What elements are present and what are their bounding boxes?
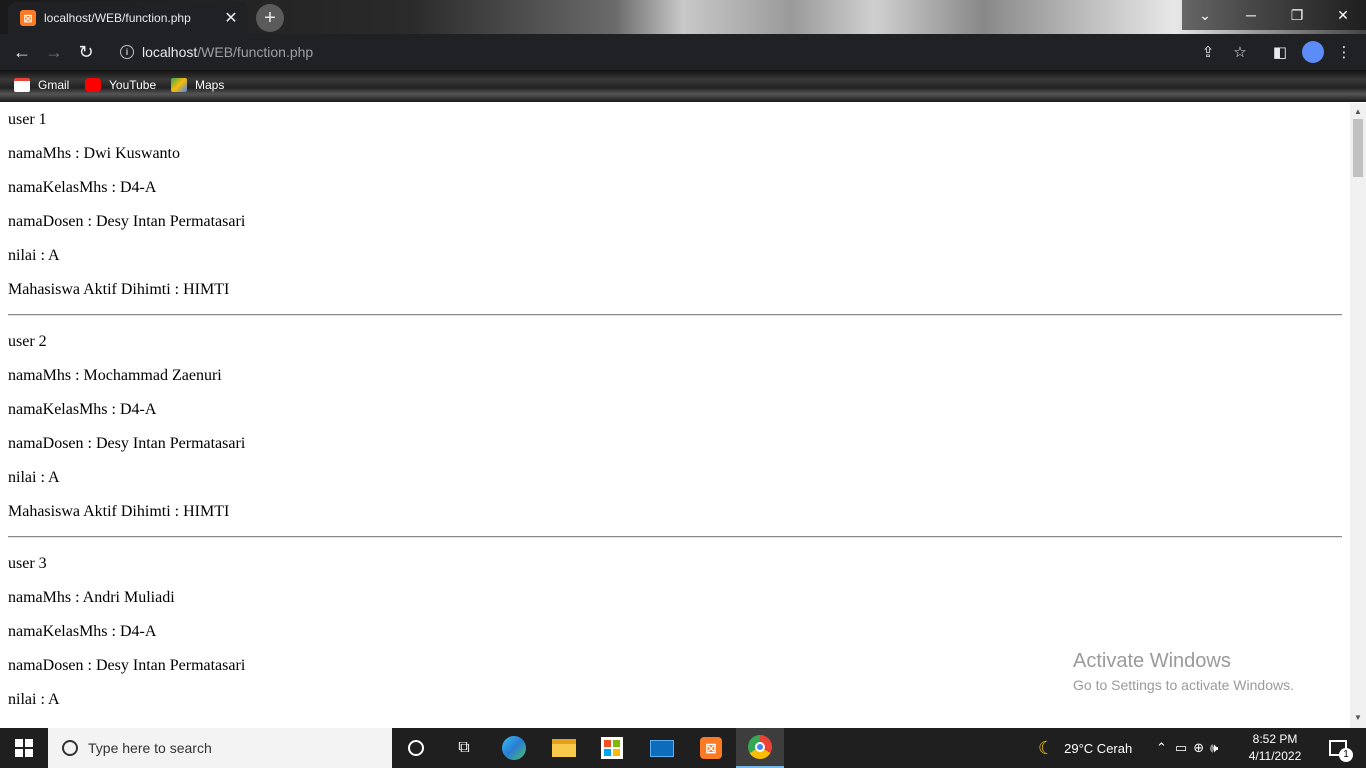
user-field: namaDosen : Desy Intan Permatasari (8, 213, 246, 230)
url-host: localhost (142, 44, 198, 60)
share-icon[interactable]: ⇪ (1198, 42, 1218, 62)
weather-text[interactable]: 29°C Cerah (1064, 741, 1132, 756)
file-explorer-app[interactable] (540, 728, 588, 768)
user-field: nilai : A (8, 247, 60, 264)
forward-arrow-icon[interactable]: → (42, 40, 66, 64)
chrome-app[interactable] (736, 728, 784, 768)
watermark-subtitle: Go to Settings to activate Windows. (1073, 677, 1294, 693)
notification-center-button[interactable]: 1 (1310, 728, 1366, 768)
xampp-app[interactable]: ⊠ (687, 728, 735, 768)
xampp-icon: ⊠ (700, 737, 722, 759)
store-icon (601, 737, 623, 759)
cortana-button[interactable] (392, 728, 440, 768)
new-tab-button[interactable]: + (256, 4, 284, 32)
url-path: /WEB/function.php (197, 44, 314, 60)
scroll-down-arrow-icon[interactable]: ▼ (1354, 713, 1362, 722)
network-globe-icon[interactable]: ⊕ (1193, 740, 1204, 756)
battery-icon[interactable]: ▭ (1175, 740, 1187, 756)
user-field: Mahasiswa Aktif Dihimti : HIMTI (8, 503, 230, 520)
browser-tab[interactable]: ⊠ localhost/WEB/function.php ✕ (8, 2, 248, 34)
scroll-thumb[interactable] (1353, 119, 1363, 177)
cortana-icon (408, 740, 424, 756)
task-view-icon: ⧉ (458, 739, 470, 756)
scroll-up-arrow-icon[interactable]: ▲ (1354, 107, 1362, 116)
maps-icon (171, 78, 187, 92)
minimize-button[interactable]: ─ (1228, 0, 1274, 30)
task-view-button[interactable]: ⧉ (440, 728, 488, 768)
vertical-scrollbar[interactable]: ▲ ▼ (1350, 103, 1366, 728)
side-panel-icon[interactable]: ◧ (1270, 42, 1290, 62)
user-block: user 2 namaMhs : Mochammad Zaenuri namaK… (0, 325, 1350, 538)
mail-icon (650, 739, 674, 757)
tab-search-icon[interactable]: ⌄ (1182, 0, 1228, 30)
bookmark-label: Gmail (38, 78, 70, 92)
start-button[interactable] (0, 728, 48, 768)
bookmark-youtube[interactable]: YouTube (85, 78, 156, 92)
browser-toolbar: ← → ↻ i localhost/WEB/function.php ⇪ ☆ ◧… (0, 34, 1366, 70)
user-heading: user 3 (8, 555, 47, 572)
chevron-up-icon[interactable]: ⌃ (1156, 740, 1167, 756)
edge-icon (502, 736, 526, 760)
date: 4/11/2022 (1248, 749, 1302, 763)
user-field: namaMhs : Andri Muliadi (8, 589, 175, 606)
page-content: user 1 namaMhs : Dwi Kuswanto namaKelasM… (0, 103, 1350, 728)
user-field: Mahasiswa Aktif Dihimti : HIMTI (8, 281, 230, 298)
user-heading: user 1 (8, 111, 47, 128)
user-field: namaKelasMhs : D4-A (8, 401, 157, 418)
search-placeholder: Type here to search (88, 740, 212, 756)
user-field: namaKelasMhs : D4-A (8, 179, 157, 196)
bookmarks-bar: Gmail YouTube Maps (0, 70, 1366, 102)
volume-icon[interactable]: 🕪 (1210, 740, 1218, 756)
xampp-favicon-icon: ⊠ (20, 10, 36, 26)
folder-icon (552, 739, 576, 757)
store-app[interactable] (588, 728, 636, 768)
profile-avatar[interactable] (1302, 41, 1324, 63)
mail-app[interactable] (638, 728, 686, 768)
windows-taskbar: Type here to search ⧉ ⊠ ☾ 29°C Cerah ⌃ ▭… (0, 728, 1366, 768)
time: 8:52 PM (1252, 732, 1298, 746)
close-window-button[interactable]: ✕ (1320, 0, 1366, 30)
bookmark-label: Maps (195, 78, 225, 92)
title-bar: ⊠ localhost/WEB/function.php ✕ + ⌄ ─ ❐ ✕ (0, 0, 1366, 34)
user-field: namaKelasMhs : D4-A (8, 623, 157, 640)
moon-weather-icon[interactable]: ☾ (1038, 738, 1054, 759)
user-field: namaMhs : Mochammad Zaenuri (8, 367, 222, 384)
gmail-icon (14, 78, 30, 92)
system-tray: ☾ 29°C Cerah (1038, 728, 1132, 768)
search-icon (62, 740, 78, 756)
site-info-icon[interactable]: i (120, 45, 134, 59)
reload-icon[interactable]: ↻ (74, 40, 98, 64)
notification-count: 1 (1339, 748, 1353, 762)
bookmark-label: YouTube (109, 78, 157, 92)
tab-title: localhost/WEB/function.php (44, 11, 191, 25)
back-arrow-icon[interactable]: ← (10, 40, 34, 64)
menu-kebab-icon[interactable]: ⋮ (1334, 42, 1354, 62)
edge-app[interactable] (490, 728, 538, 768)
taskbar-search-box[interactable]: Type here to search (48, 728, 392, 768)
user-block: user 1 namaMhs : Dwi Kuswanto namaKelasM… (0, 103, 1350, 316)
chrome-icon (748, 735, 772, 759)
activate-windows-watermark: Activate Windows Go to Settings to activ… (1073, 650, 1294, 693)
notification-icon: 1 (1329, 740, 1353, 762)
divider (8, 536, 1342, 538)
windows-logo-icon (15, 739, 33, 757)
restore-button[interactable]: ❐ (1274, 0, 1320, 30)
bookmark-gmail[interactable]: Gmail (14, 78, 69, 92)
bookmark-maps[interactable]: Maps (171, 78, 224, 92)
clock[interactable]: 8:52 PM 4/11/2022 (1248, 731, 1302, 765)
address-bar[interactable]: i localhost/WEB/function.php (108, 38, 1258, 66)
tab-close-icon[interactable]: ✕ (222, 9, 240, 27)
divider (8, 314, 1342, 316)
user-heading: user 2 (8, 333, 47, 350)
user-field: namaMhs : Dwi Kuswanto (8, 145, 180, 162)
youtube-icon (85, 78, 101, 92)
bookmark-star-icon[interactable]: ☆ (1230, 42, 1250, 62)
user-field: namaDosen : Desy Intan Permatasari (8, 435, 246, 452)
tray-icons: ⌃ ▭ ⊕ 🕪 (1156, 728, 1218, 768)
user-field: nilai : A (8, 469, 60, 486)
watermark-title: Activate Windows (1073, 650, 1231, 672)
